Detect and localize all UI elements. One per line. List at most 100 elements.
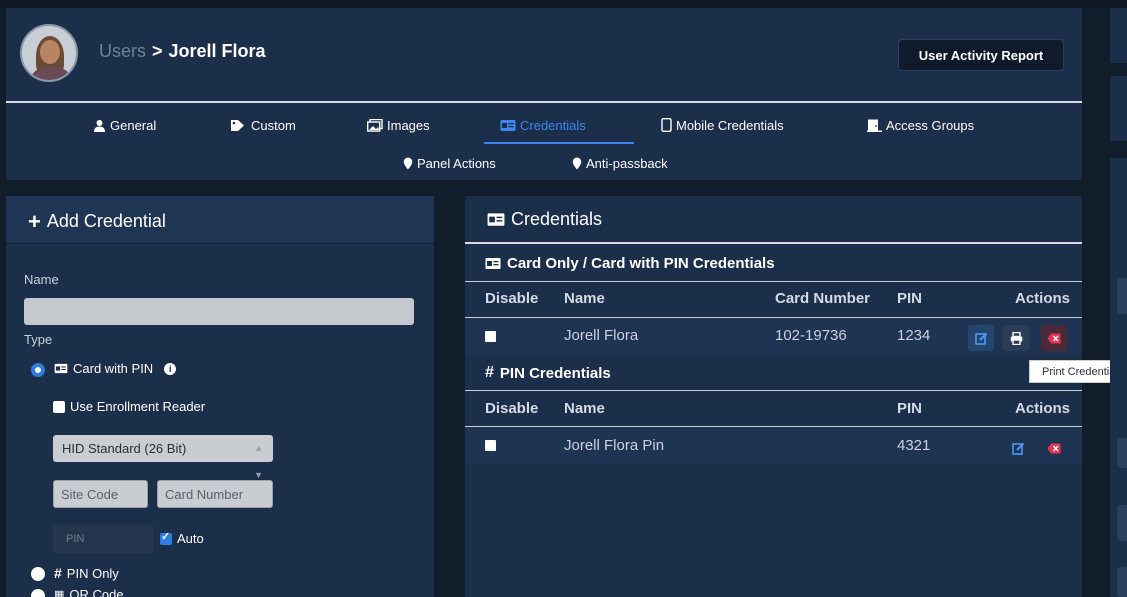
credentials-panel: Credentials Card Only / Card with PIN Cr… (465, 196, 1082, 597)
user-icon (94, 119, 105, 132)
type-card-pin-radio[interactable] (31, 363, 45, 377)
breadcrumb: Users > Jorell Flora (99, 41, 266, 62)
print-credential-button[interactable] (1003, 325, 1029, 351)
tab-mobile-credentials[interactable]: Mobile Credentials (661, 114, 784, 136)
edit-credential-button[interactable] (968, 325, 994, 351)
breadcrumb-separator: > (152, 41, 163, 61)
pin-table-header (465, 391, 1082, 427)
card-col-card-number: Card Number (775, 290, 871, 307)
pin-row-name: Jorell Flora Pin (564, 437, 665, 454)
pin-icon (572, 157, 582, 169)
use-enrollment-reader-label: Use Enrollment Reader (70, 399, 206, 414)
add-credential-title: + Add Credential (28, 209, 166, 235)
pin-input[interactable]: PIN (53, 525, 153, 553)
delete-icon (1047, 443, 1061, 453)
user-tabs: General Custom Images Credentials Mobile… (6, 103, 1082, 180)
tab-images-label: Images (387, 117, 430, 133)
card-number-input[interactable]: Card Number (157, 480, 273, 508)
card-col-disable: Disable (485, 290, 539, 307)
images-icon (367, 118, 383, 132)
edit-pin-button[interactable] (1005, 435, 1031, 461)
breadcrumb-users-link[interactable]: Users (99, 41, 146, 61)
delete-pin-button[interactable] (1041, 435, 1067, 461)
card-row-pin: 1234 (897, 327, 931, 344)
tab-credentials[interactable]: Credentials (500, 114, 586, 136)
avatar[interactable] (20, 24, 78, 82)
credentials-title: Credentials (487, 209, 602, 230)
tab-credentials-label: Credentials (520, 117, 586, 133)
type-qr-code-radio[interactable] (31, 589, 45, 597)
right-panel-2 (1110, 76, 1127, 141)
tab-images[interactable]: Images (367, 114, 430, 136)
tab-general[interactable]: General (93, 114, 156, 136)
type-pin-only-radio[interactable] (31, 567, 45, 581)
tab-anti-passback-label: Anti-passback (586, 155, 668, 171)
name-input[interactable] (24, 298, 414, 325)
right-panel-item[interactable] (1117, 505, 1127, 541)
right-panel-item[interactable] (1117, 278, 1127, 314)
delete-icon (1047, 333, 1061, 343)
card-row-name: Jorell Flora (564, 327, 639, 344)
pin-section-title-text: PIN Credentials (499, 364, 611, 382)
pin-row-pin: 4321 (897, 437, 931, 454)
edit-icon (1011, 442, 1024, 455)
name-label: Name (24, 272, 59, 287)
tab-custom[interactable]: Custom (230, 114, 296, 136)
use-enrollment-reader-option[interactable]: Use Enrollment Reader (53, 399, 205, 414)
pin-row-disable-checkbox[interactable] (485, 440, 496, 451)
door-icon (867, 119, 882, 132)
card-format-value: HID Standard (26 Bit) (62, 441, 187, 456)
avatar-face (40, 40, 60, 64)
auto-option[interactable]: Auto (160, 530, 204, 546)
right-panel-1 (1110, 8, 1127, 63)
add-credential-header: + Add Credential (6, 196, 434, 244)
tab-general-label: General (110, 117, 157, 133)
top-edge (0, 0, 1127, 8)
auto-checkbox[interactable] (160, 530, 172, 545)
card-col-pin: PIN (897, 290, 923, 307)
tag-icon (231, 119, 244, 131)
type-qr-code-option[interactable]: ▦ QR Code (54, 587, 124, 597)
type-card-pin-option[interactable]: Card with PIN i (54, 361, 177, 376)
qr-code-icon: ▦ (54, 589, 65, 597)
pin-icon (403, 157, 413, 169)
hash-icon: # (54, 565, 62, 581)
pin-col-pin: PIN (897, 400, 923, 417)
right-panel-item[interactable] (1117, 438, 1127, 468)
tab-access-groups-label: Access Groups (886, 117, 975, 133)
right-panel-item[interactable] (1117, 567, 1127, 597)
user-activity-report-button[interactable]: User Activity Report (898, 39, 1064, 71)
printer-icon (1010, 331, 1022, 345)
credentials-title-text: Credentials (511, 209, 603, 229)
card-col-actions: Actions (1015, 290, 1071, 307)
auto-label: Auto (177, 531, 204, 546)
site-code-input[interactable]: Site Code (53, 480, 148, 508)
tab-access-groups[interactable]: Access Groups (867, 114, 974, 136)
delete-credential-button[interactable] (1041, 325, 1067, 351)
add-credential-panel: + Add Credential Name Type Card with PIN … (6, 196, 434, 597)
type-pin-only-option[interactable]: # PIN Only (54, 565, 119, 581)
id-card-icon (54, 363, 68, 374)
card-row-disable-checkbox[interactable] (485, 331, 496, 342)
card-col-name: Name (564, 290, 605, 307)
tab-panel-actions-label: Panel Actions (417, 155, 496, 171)
card-section-title: Card Only / Card with PIN Credentials (485, 255, 775, 272)
type-label: Type (24, 332, 53, 347)
table-row (465, 427, 1082, 464)
card-table-header (465, 282, 1082, 318)
type-qr-code-label: QR Code (69, 587, 124, 597)
info-icon[interactable]: i (164, 362, 177, 375)
tab-anti-passback[interactable]: Anti-passback (572, 152, 668, 174)
use-enrollment-reader-checkbox[interactable] (53, 400, 65, 413)
user-header-panel: Users > Jorell Flora User Activity Report … (6, 8, 1082, 180)
card-section-title-text: Card Only / Card with PIN Credentials (507, 255, 775, 272)
pin-section-title: # PIN Credentials (485, 364, 611, 382)
tab-panel-actions[interactable]: Panel Actions (403, 152, 496, 174)
type-pin-only-label: PIN Only (66, 565, 119, 581)
card-format-select[interactable]: HID Standard (26 Bit) ▲ ▼ (53, 435, 273, 480)
tab-custom-label: Custom (251, 117, 296, 133)
active-tab-indicator (484, 142, 634, 144)
pin-col-disable: Disable (485, 400, 539, 417)
id-card-icon (500, 119, 516, 131)
mobile-icon (661, 118, 672, 132)
